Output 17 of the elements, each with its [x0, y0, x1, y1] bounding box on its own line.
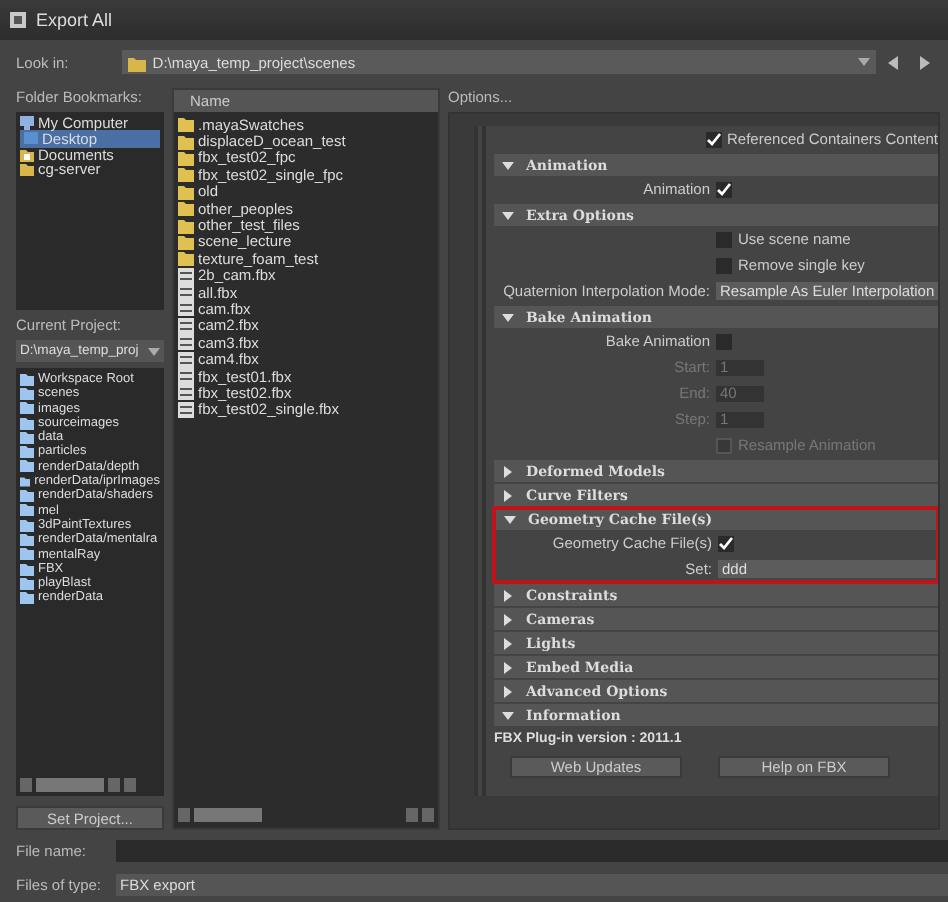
expand-arrow-icon [502, 311, 514, 323]
caret-icon [148, 347, 160, 355]
checkbox[interactable] [716, 257, 732, 273]
window-title: Export All [36, 10, 113, 30]
expand-arrow-icon [502, 159, 514, 171]
computer-icon [20, 116, 34, 130]
forward-icon[interactable] [914, 53, 932, 71]
horizontal-scrollbar[interactable] [178, 808, 434, 822]
folder-icon [128, 53, 147, 71]
expand-arrow-icon [502, 209, 514, 221]
app-icon [8, 10, 28, 30]
checkbox[interactable] [716, 333, 732, 349]
checkbox[interactable] [716, 231, 732, 247]
back-icon[interactable] [886, 53, 904, 71]
desktop-icon [24, 132, 38, 146]
file-name-field[interactable] [116, 840, 948, 862]
caret-icon [858, 58, 870, 66]
